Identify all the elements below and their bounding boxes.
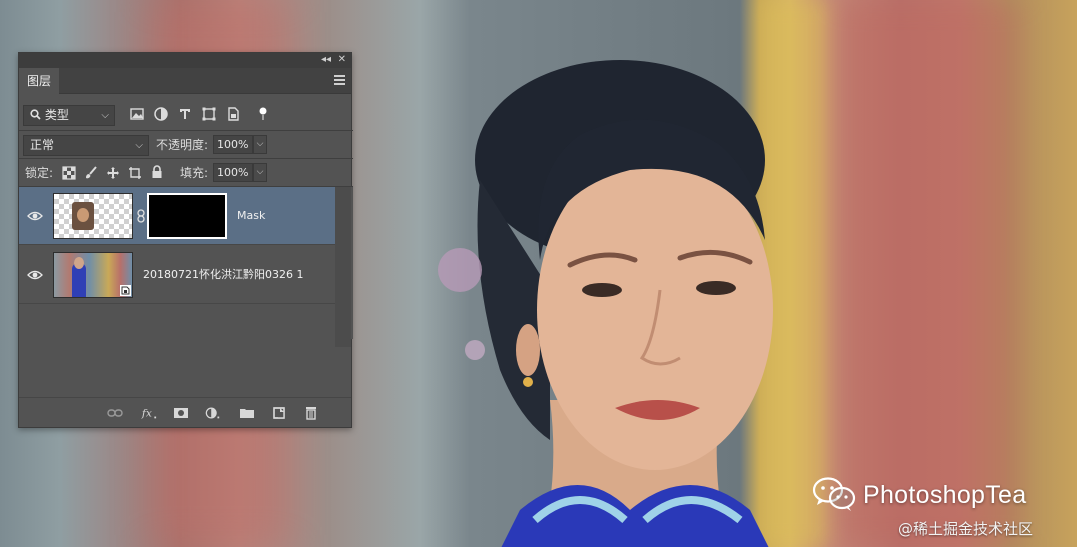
watermark-brand: PhotoshopTea xyxy=(863,481,1027,509)
lock-label: 锁定: xyxy=(25,166,54,180)
opacity-chevron-icon[interactable]: ⌵ xyxy=(253,135,267,154)
svg-text:fx: fx xyxy=(141,407,152,420)
collapse-icon[interactable]: ◂◂ xyxy=(321,54,331,66)
new-group-folder-icon[interactable] xyxy=(239,406,255,420)
panel-menu-icon[interactable] xyxy=(334,75,345,85)
blend-mode-dropdown[interactable]: 正常 ⌵ xyxy=(23,135,149,156)
filter-kind-dropdown[interactable]: 类型 ⌵ xyxy=(23,105,115,126)
filter-toggle-icon[interactable] xyxy=(255,106,271,122)
filter-kind-label: 类型 xyxy=(44,108,69,122)
watermark-site: @稀土掘金技术社区 xyxy=(898,520,1034,538)
chain-link-icon[interactable] xyxy=(136,209,146,223)
layer-thumbnail[interactable] xyxy=(53,193,133,239)
eye-icon[interactable] xyxy=(27,268,43,282)
fx-layer-style-icon[interactable]: fx xyxy=(141,406,157,420)
panel-title-bar[interactable]: ◂◂ ✕ xyxy=(19,53,351,68)
close-icon[interactable]: ✕ xyxy=(338,54,346,66)
portrait-thumbnail-image xyxy=(72,202,94,230)
filter-adjustment-icon[interactable] xyxy=(153,106,169,122)
opacity-label: 不透明度: xyxy=(156,138,209,152)
layers-panel: ◂◂ ✕ 图层 类型 ⌵ 正常 ⌵ 不透明度: 100% ⌵ 锁定: 填充: 1… xyxy=(18,52,353,428)
add-mask-icon[interactable] xyxy=(173,406,189,420)
filter-smart-object-icon[interactable] xyxy=(225,106,241,122)
opacity-input[interactable]: 100% xyxy=(213,135,253,154)
layer-row-photo[interactable]: 20180721怀化洪江黔阳0326 1 xyxy=(19,246,335,304)
divider xyxy=(19,130,353,131)
fill-label: 填充: xyxy=(180,166,209,180)
layers-scrollbar[interactable] xyxy=(335,187,351,347)
tab-layers[interactable]: 图层 xyxy=(19,68,59,94)
lock-all-icon[interactable] xyxy=(150,165,164,179)
eye-icon[interactable] xyxy=(27,209,43,223)
divider xyxy=(19,158,353,159)
background-curtain-red xyxy=(840,0,1020,547)
filter-pixel-image-icon[interactable] xyxy=(129,106,145,122)
lock-position-move-icon[interactable] xyxy=(106,166,120,180)
new-layer-icon[interactable] xyxy=(271,406,287,420)
layer-thumbnail[interactable] xyxy=(53,252,133,298)
chevron-down-icon: ⌵ xyxy=(135,140,143,151)
layer-row-mask[interactable]: Mask xyxy=(19,187,335,245)
portrait-woman xyxy=(438,60,773,547)
search-icon xyxy=(30,109,41,120)
blend-mode-value: 正常 xyxy=(30,138,55,152)
layers-bottom-toolbar: fx xyxy=(19,397,351,427)
smart-object-badge-icon xyxy=(120,285,131,296)
layer-mask-thumbnail[interactable] xyxy=(147,193,227,239)
delete-layer-trash-icon[interactable] xyxy=(303,406,319,420)
chevron-down-icon: ⌵ xyxy=(101,110,109,121)
new-adjustment-layer-icon[interactable] xyxy=(205,406,221,420)
fill-chevron-icon[interactable]: ⌵ xyxy=(253,163,267,182)
wechat-logo-icon xyxy=(812,477,856,511)
lock-transparent-pixels-icon[interactable] xyxy=(62,166,76,180)
panel-tab-row: 图层 xyxy=(19,68,351,94)
lock-artboard-icon[interactable] xyxy=(128,166,142,180)
link-layers-icon[interactable] xyxy=(107,406,123,420)
layer-name[interactable]: 20180721怀化洪江黔阳0326 1 xyxy=(143,267,303,283)
portrait-thumbnail-image xyxy=(72,257,86,297)
layers-list: Mask 20180721怀化洪江黔阳0326 1 xyxy=(19,187,353,339)
filter-type-icon[interactable] xyxy=(177,106,193,122)
fill-input[interactable]: 100% xyxy=(213,163,253,182)
lock-image-pixels-brush-icon[interactable] xyxy=(84,166,98,180)
filter-shape-icon[interactable] xyxy=(201,106,217,122)
layer-name[interactable]: Mask xyxy=(237,208,265,224)
